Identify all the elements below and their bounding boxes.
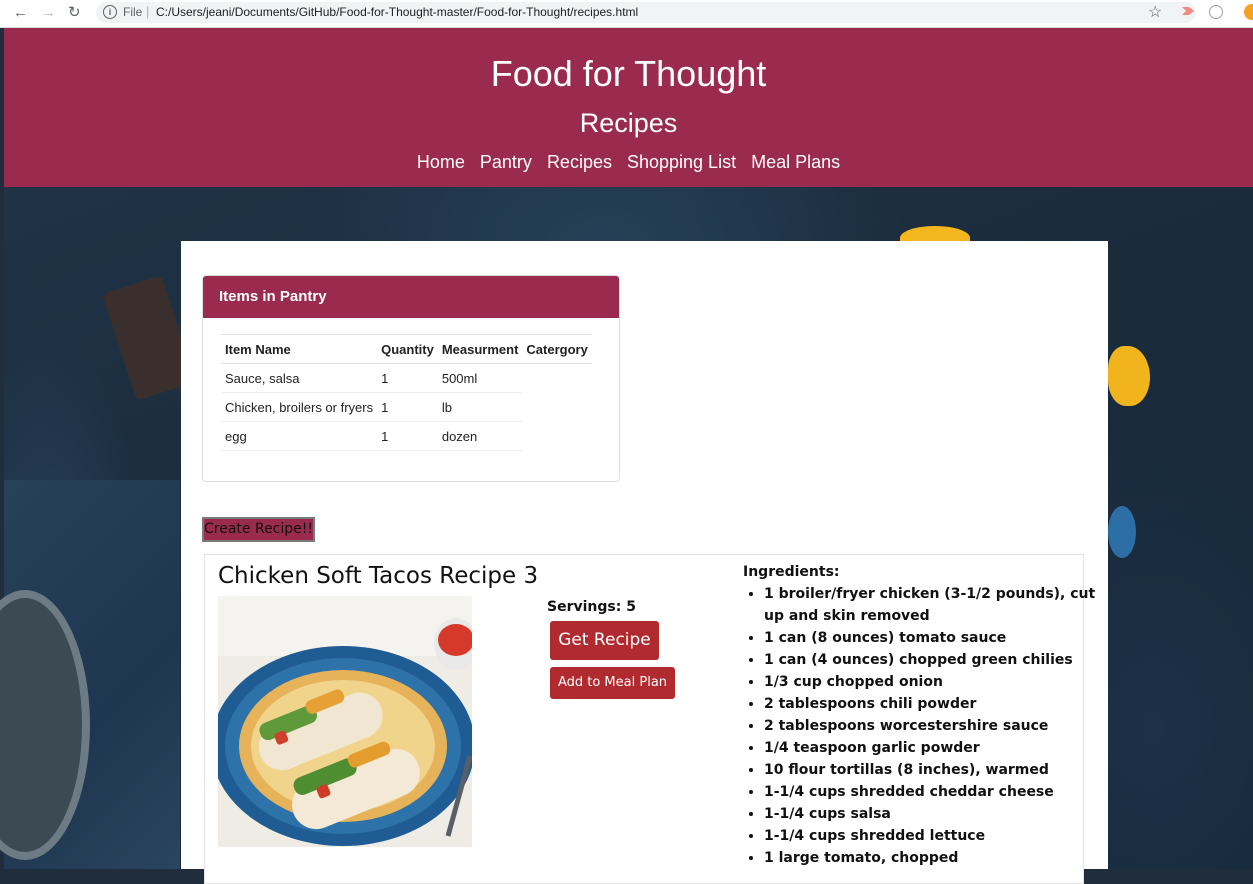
measurement-cell: 500ml (437, 363, 523, 393)
nav-home[interactable]: Home (417, 152, 465, 172)
recipe-title: Chicken Soft Tacos Recipe 3 (218, 563, 539, 589)
reload-icon[interactable]: ↻ (68, 4, 81, 22)
get-recipe-button[interactable]: Get Recipe (550, 621, 659, 660)
list-item: 1-1/4 cups shredded lettuce (764, 825, 1104, 847)
quantity-cell: 1 (377, 421, 438, 451)
background-pepper-right (1108, 346, 1150, 406)
item-name-cell: Chicken, broilers or fryers (221, 392, 378, 422)
list-item: 2 tablespoons worcestershire sauce (764, 715, 1104, 737)
list-item: 10 flour tortillas (8 inches), warmed (764, 759, 1104, 781)
list-item: 1 can (4 ounces) chopped green chilies (764, 649, 1104, 671)
recipe-card: Chicken Soft Tacos Recipe 3 Servings: 5 … (204, 554, 1095, 884)
servings-label: Servings: 5 (547, 599, 636, 615)
site-title: Food for Thought (490, 53, 767, 94)
bookmark-star-icon[interactable]: ☆ (1148, 2, 1162, 22)
extension-icon[interactable] (1181, 5, 1195, 17)
list-item: 1/3 cup chopped onion (764, 671, 1104, 693)
column-header: Quantity (377, 334, 438, 364)
ingredient-list: 1 broiler/fryer chicken (3-1/2 pounds), … (743, 583, 1104, 869)
list-item: 1 broiler/fryer chicken (3-1/2 pounds), … (764, 583, 1104, 627)
nav-recipes[interactable]: Recipes (547, 152, 612, 172)
item-name-cell: egg (221, 421, 378, 451)
nav-shopping-list[interactable]: Shopping List (627, 152, 736, 172)
recipe-image (218, 596, 472, 847)
profile-avatar-icon[interactable] (1244, 4, 1253, 20)
tacos-plate-illustration (218, 596, 472, 847)
list-item: 1-1/4 cups shredded cheddar cheese (764, 781, 1104, 803)
info-icon[interactable]: i (103, 5, 117, 19)
column-header: Catergory (522, 334, 592, 364)
nav-meal-plans[interactable]: Meal Plans (751, 152, 840, 172)
item-name-cell: Sauce, salsa (221, 363, 378, 393)
table-row: Chicken, broilers or fryers 1 lb (221, 392, 592, 422)
pantry-table: Item Name Quantity Measurment Catergory … (221, 334, 592, 451)
ingredients-label: Ingredients: (743, 564, 840, 580)
category-cell (522, 422, 591, 451)
back-arrow-icon[interactable]: ← (13, 4, 28, 22)
forward-arrow-icon[interactable]: → (41, 4, 56, 22)
url-separator: | (146, 4, 150, 19)
pantry-card-heading: Items in Pantry (203, 276, 619, 318)
page-subtitle: Recipes (579, 108, 678, 138)
quantity-cell: 1 (377, 363, 438, 393)
table-row: Sauce, salsa 1 500ml (221, 363, 592, 393)
create-recipe-button[interactable]: Create Recipe!! (202, 517, 315, 542)
file-label: File (123, 5, 143, 19)
list-item: 1 large tomato, chopped (764, 847, 1104, 869)
list-item: 1/4 teaspoon garlic powder (764, 737, 1104, 759)
main-nav: Home Pantry Recipes Shopping List Meal P… (4, 152, 1253, 172)
list-item: 1 can (8 ounces) tomato sauce (764, 627, 1104, 649)
nav-pantry[interactable]: Pantry (480, 152, 532, 172)
list-item: 1-1/4 cups salsa (764, 803, 1104, 825)
add-to-meal-plan-button[interactable]: Add to Meal Plan (550, 667, 675, 699)
column-header: Measurment (437, 334, 523, 364)
measurement-cell: dozen (437, 421, 523, 451)
url-text[interactable]: C:/Users/jeani/Documents/GitHub/Food-for… (156, 5, 638, 19)
column-header: Item Name (221, 334, 378, 364)
quantity-cell: 1 (377, 392, 438, 422)
content-panel: Items in Pantry Item Name Quantity Measu… (181, 241, 1108, 884)
category-cell (522, 393, 591, 422)
table-header-row: Item Name Quantity Measurment Catergory (221, 334, 592, 364)
browser-toolbar: ← → ↻ i File | C:/Users/jeani/Documents/… (0, 0, 1253, 28)
extension-circle-icon[interactable] (1209, 5, 1223, 19)
site-header: Food for Thought Recipes Home Pantry Rec… (4, 28, 1253, 187)
background-berry (1108, 506, 1136, 558)
pantry-card: Items in Pantry Item Name Quantity Measu… (202, 275, 620, 482)
table-row: egg 1 dozen (221, 421, 592, 451)
measurement-cell: lb (437, 392, 523, 422)
list-item: 2 tablespoons chili powder (764, 693, 1104, 715)
category-cell (522, 364, 591, 393)
